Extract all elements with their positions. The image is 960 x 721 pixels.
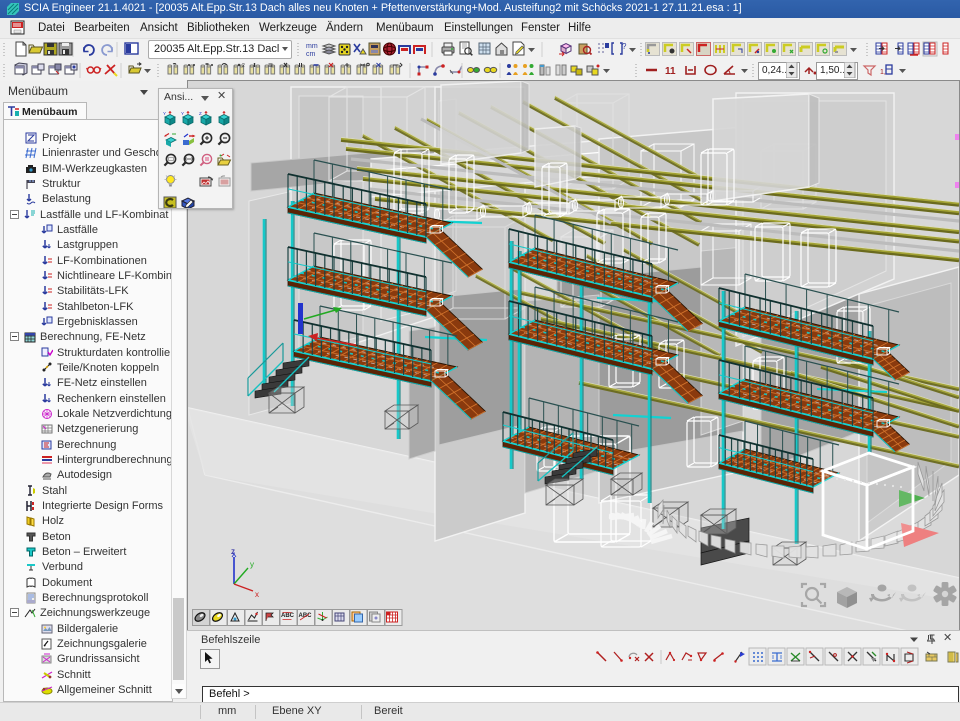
svg-text:?: ? xyxy=(622,42,627,51)
svg-text:1,: 1, xyxy=(880,69,886,76)
svg-text:11: 11 xyxy=(665,66,676,77)
svg-text:Y: Y xyxy=(163,111,166,116)
svg-text:cm: cm xyxy=(306,51,316,58)
svg-text:y: y xyxy=(250,560,254,569)
svg-text:Y: Y xyxy=(181,111,184,116)
svg-text:x: x xyxy=(255,590,259,599)
svg-text:z: z xyxy=(231,547,235,556)
svg-text:mm: mm xyxy=(306,43,318,50)
svg-text:ABC: ABC xyxy=(281,613,295,619)
svg-text:Z: Z xyxy=(199,111,202,116)
svg-text:2: 2 xyxy=(242,63,245,69)
